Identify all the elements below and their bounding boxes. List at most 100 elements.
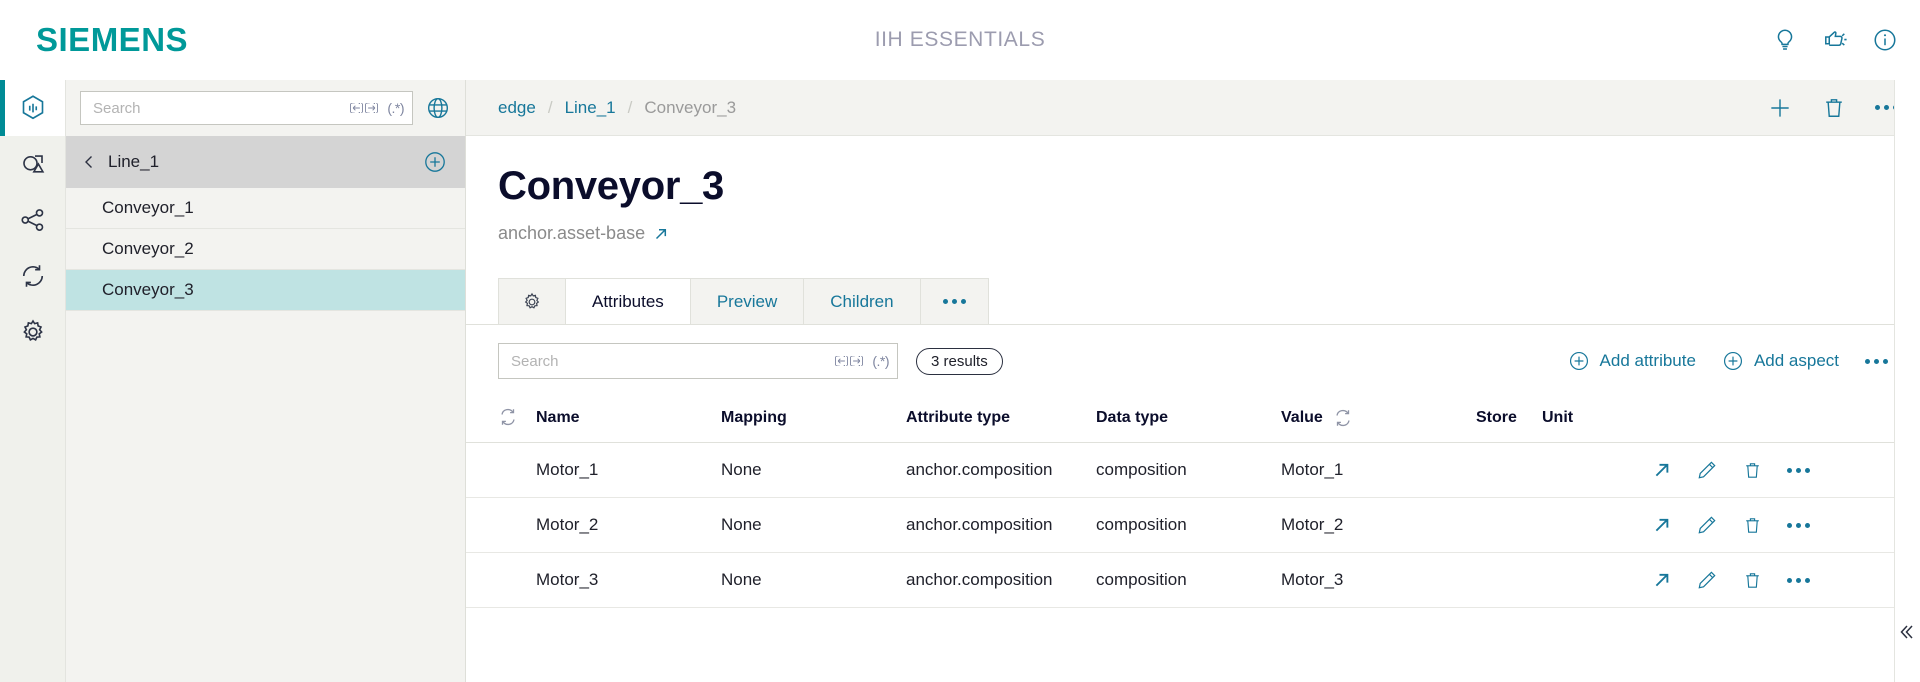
- top-header: SIEMENS IIH ESSENTIALS: [0, 0, 1920, 80]
- sort-icon[interactable]: [1333, 408, 1353, 428]
- results-badge: 3 results: [916, 347, 1003, 375]
- column-unit[interactable]: Unit: [1542, 397, 1642, 443]
- more-icon[interactable]: [1787, 522, 1810, 528]
- breadcrumb: edge / Line_1 / Conveyor_3: [498, 98, 736, 118]
- add-aspect-label: Add aspect: [1753, 351, 1839, 370]
- row-spacer: [466, 497, 536, 553]
- more-icon[interactable]: [1787, 467, 1810, 473]
- open-icon[interactable]: [1652, 570, 1672, 590]
- more-icon[interactable]: [1787, 577, 1810, 583]
- edit-icon[interactable]: [1696, 514, 1718, 536]
- app-title: IIH ESSENTIALS: [874, 27, 1046, 51]
- app-body: Search (.*) Line_1 Conveyor_1 Conveyor_2…: [0, 80, 1920, 682]
- plus-circle-icon[interactable]: [423, 150, 447, 174]
- column-data-type[interactable]: Data type: [1096, 397, 1281, 443]
- tab-children[interactable]: Children: [803, 278, 921, 324]
- tab-more[interactable]: [919, 278, 989, 324]
- external-link-icon[interactable]: [653, 226, 669, 242]
- cell-name: Motor_3: [536, 552, 721, 608]
- column-value[interactable]: Value: [1281, 397, 1476, 443]
- cell-unit: [1542, 552, 1642, 608]
- attributes-panel: Search (.*) 3 results Add attribute Add …: [466, 324, 1920, 608]
- cell-attribute-type: anchor.composition: [906, 497, 1096, 553]
- column-actions: [1642, 397, 1920, 443]
- page-subtitle-text: anchor.asset-base: [498, 223, 646, 243]
- column-name[interactable]: Name: [536, 397, 721, 443]
- tab-settings[interactable]: [498, 278, 566, 324]
- cell-data-type: composition: [1096, 442, 1281, 498]
- attribute-search-input[interactable]: Search (.*): [498, 343, 898, 379]
- column-sort-toggle[interactable]: [466, 397, 536, 443]
- rail-item-assets[interactable]: [0, 80, 65, 136]
- edit-icon[interactable]: [1696, 459, 1718, 481]
- table-row[interactable]: Motor_3 None anchor.composition composit…: [466, 552, 1920, 608]
- rail-item-settings[interactable]: [0, 304, 65, 360]
- breadcrumb-item-conveyor3: Conveyor_3: [644, 97, 737, 117]
- rail-item-sync[interactable]: [0, 248, 65, 304]
- cell-value: Motor_1: [1281, 442, 1476, 498]
- cell-name: Motor_2: [536, 497, 721, 553]
- regex-icon[interactable]: (.*): [872, 353, 889, 369]
- delete-icon[interactable]: [1742, 460, 1763, 481]
- right-edge-strip: [1894, 80, 1920, 682]
- cell-actions: [1642, 497, 1920, 553]
- chevron-left-icon[interactable]: [82, 155, 96, 169]
- table-body: Motor_1 None anchor.composition composit…: [466, 442, 1920, 608]
- add-icon[interactable]: [1767, 95, 1793, 121]
- attributes-toolbar: Search (.*) 3 results Add attribute Add …: [466, 325, 1920, 379]
- cell-mapping: None: [721, 442, 906, 498]
- breadcrumb-item-line1[interactable]: Line_1: [565, 98, 616, 118]
- nav-rail: [0, 80, 66, 682]
- assets-icon: [18, 93, 48, 123]
- tree-item-conveyor-2[interactable]: Conveyor_2: [66, 229, 465, 270]
- add-aspect-button[interactable]: Add aspect: [1722, 350, 1839, 372]
- content-area: Conveyor_3 anchor.asset-base Attributes …: [466, 136, 1920, 682]
- plus-circle-icon: [1722, 350, 1744, 372]
- tab-label: Preview: [716, 291, 778, 311]
- breadcrumb-item-edge[interactable]: edge: [498, 98, 536, 118]
- breadcrumb-bar: edge / Line_1 / Conveyor_3: [466, 80, 1920, 136]
- column-mapping[interactable]: Mapping: [721, 397, 906, 443]
- rail-item-connectivity[interactable]: [0, 192, 65, 248]
- asset-tree-panel: Search (.*) Line_1 Conveyor_1 Conveyor_2…: [66, 80, 466, 682]
- tree-item-conveyor-3[interactable]: Conveyor_3: [66, 270, 465, 311]
- table-row[interactable]: Motor_1 None anchor.composition composit…: [466, 442, 1920, 498]
- tab-preview[interactable]: Preview: [689, 278, 805, 324]
- tree-header-label: Line_1: [108, 152, 160, 171]
- delete-icon[interactable]: [1742, 515, 1763, 536]
- add-attribute-label: Add attribute: [1599, 351, 1696, 370]
- gear-icon: [521, 291, 543, 313]
- chevron-double-left-icon[interactable]: [1896, 622, 1916, 642]
- share-nodes-icon: [18, 205, 48, 235]
- column-store[interactable]: Store: [1476, 397, 1542, 443]
- cell-actions: [1642, 552, 1920, 608]
- page-title: Conveyor_3: [498, 164, 724, 208]
- more-icon: [942, 299, 966, 304]
- column-attribute-type[interactable]: Attribute type: [906, 397, 1096, 443]
- cell-attribute-type: anchor.composition: [906, 552, 1096, 608]
- tree-search-row: Search (.*): [66, 80, 465, 136]
- delete-icon[interactable]: [1821, 95, 1847, 121]
- regex-icon[interactable]: (.*): [387, 100, 404, 116]
- delete-icon[interactable]: [1742, 570, 1763, 591]
- tree-item-conveyor-1[interactable]: Conveyor_1: [66, 188, 465, 229]
- table-row[interactable]: Motor_2 None anchor.composition composit…: [466, 497, 1920, 553]
- cell-value: Motor_2: [1281, 497, 1476, 553]
- open-icon[interactable]: [1652, 460, 1672, 480]
- whole-word-icon[interactable]: [834, 353, 864, 369]
- rail-item-aspects[interactable]: [0, 136, 65, 192]
- globe-icon[interactable]: [425, 95, 451, 121]
- tab-attributes[interactable]: Attributes: [565, 278, 691, 324]
- edit-icon[interactable]: [1696, 569, 1718, 591]
- plus-circle-icon: [1568, 350, 1590, 372]
- whole-word-icon[interactable]: [349, 100, 379, 116]
- tree-header-line1[interactable]: Line_1: [66, 136, 465, 188]
- cell-value: Motor_3: [1281, 552, 1476, 608]
- cell-data-type: composition: [1096, 497, 1281, 553]
- tree-search-input[interactable]: Search (.*): [80, 91, 413, 125]
- more-icon[interactable]: [1865, 358, 1888, 364]
- breadcrumb-separator: /: [627, 97, 633, 117]
- open-icon[interactable]: [1652, 515, 1672, 535]
- add-attribute-button[interactable]: Add attribute: [1568, 350, 1696, 372]
- tab-label: Children: [830, 291, 894, 311]
